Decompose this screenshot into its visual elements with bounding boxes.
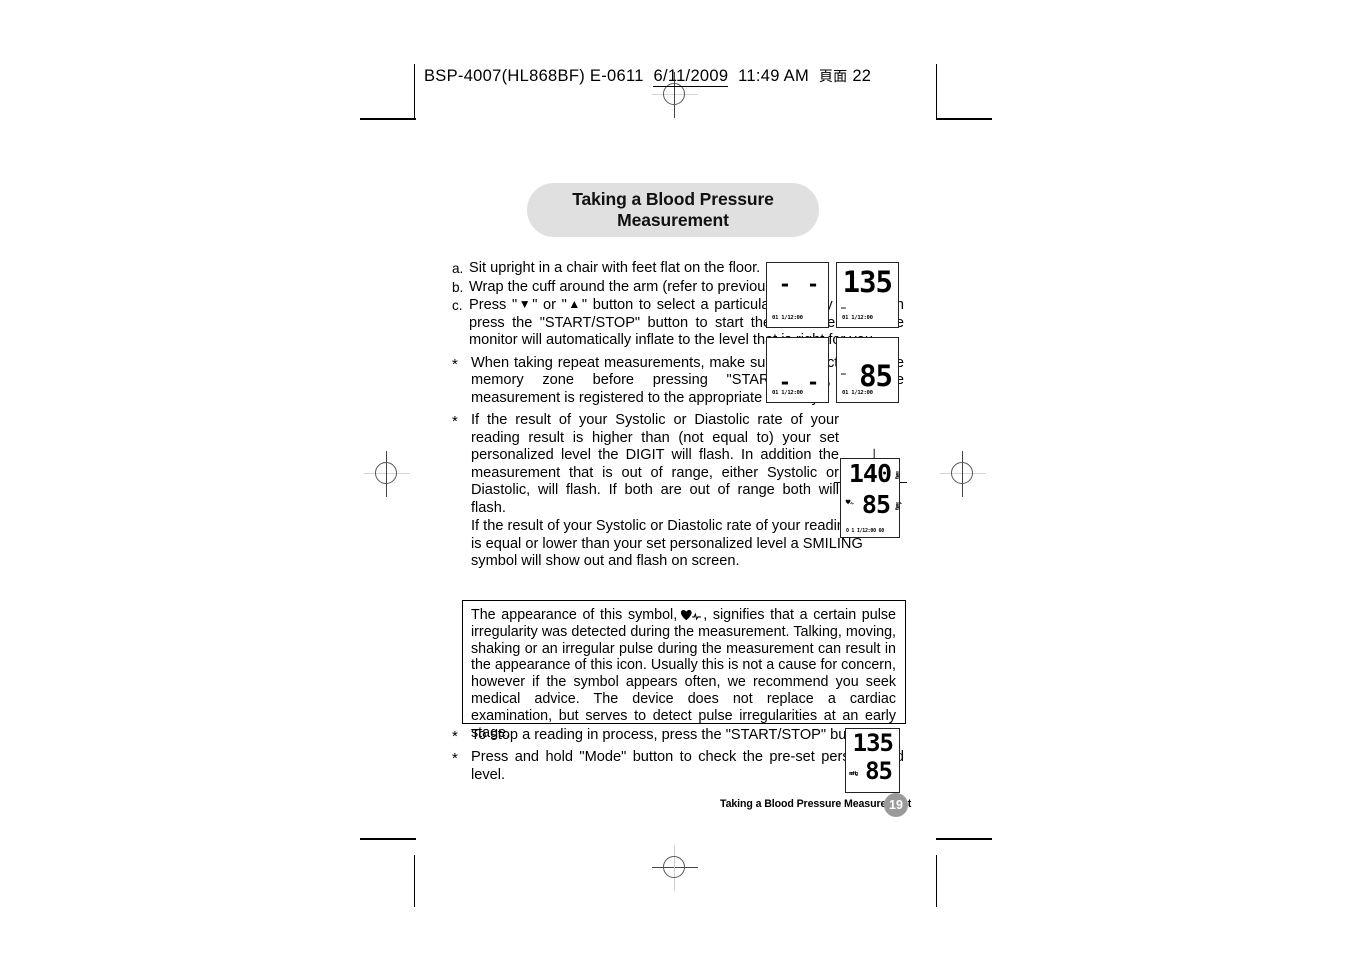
note-box-text-part1: The appearance of this symbol, [471,607,678,623]
lcd-datetime: 01 1/12:00 [842,390,873,397]
registration-mark-right [940,451,986,497]
heart-pulse-icon [681,610,702,621]
lcd-panel-systolic-value: 135 — 01 1/12:00 [836,262,899,328]
crop-mark-bottom-left-horizontal [360,838,416,840]
crop-mark-top-right-vertical [936,64,938,119]
lcd-systolic-value: 140 [848,459,892,488]
lcd-value: 135 [842,265,893,299]
up-arrow-icon: ▲ [566,297,582,311]
down-arrow-icon: ▼ [517,297,533,311]
lcd-datetime: 01 1/12:00 [842,315,873,322]
lcd-panel-diastolic-idle: - - 01 1/12:00 [766,337,829,403]
lcd-diastolic-value: 85 [865,757,893,785]
lcd-panel-diastolic-value: 85 — 01 1/12:00 [836,337,899,403]
asterisk-marker: * [452,750,458,767]
lcd-datetime: 01 1/12:00 [772,390,803,397]
crop-mark-top-left-horizontal [360,118,416,120]
lcd-value: - - [778,272,821,296]
lcd-unit-mark: mmHg [849,771,858,777]
asterisk-marker: * [452,413,458,430]
lcd-bottom-row: 0 1 I/12:00 60 [846,528,884,534]
lcd-systolic-unit: mmHg [894,471,899,479]
slug-page-label: 頁面 [818,69,848,85]
note-item-4: * Press and hold "Mode" button to check … [452,749,904,784]
crop-mark-bottom-right-vertical [936,855,938,907]
slug-page-number: 22 [852,67,872,85]
crop-mark-bottom-left-vertical [414,855,416,907]
note-text: If the result of your Systolic or Diasto… [471,412,839,516]
note-text: To stop a reading in process, press the … [471,727,875,743]
step-marker: c. [452,298,463,313]
page-title: Taking a Blood Pressure Measurement [527,183,819,237]
asterisk-marker: * [452,728,458,745]
note-box-text-part2: , signifies that a certain pulse irregul… [471,607,896,741]
lcd-diastolic-value: 85 [861,490,891,519]
slug-date: 6/11/2009 [653,67,729,87]
step-marker: b. [452,279,464,295]
lcd-datetime: 01 1/12:00 [772,315,803,322]
slug-time: 11:49 AM [738,67,810,85]
crop-mark-top-right-horizontal [936,118,992,120]
footer-chapter-title: Taking a Blood Pressure Measurement [720,798,912,810]
crop-mark-top-left-vertical [414,64,416,119]
lcd-unit-mark: — [841,303,846,312]
lcd-systolic-value: 135 [852,729,894,757]
heart-pulse-icon [845,499,854,506]
lcd-unit-mark: — [841,369,846,378]
printed-page: BSP-4007(HL868BF) E-0611 6/11/2009 11:49… [0,0,1351,954]
note-text: Press and hold "Mode" button to check th… [471,749,904,783]
heart-pulse-icon-wrapper [677,609,703,621]
instructions-bottom: * To stop a reading in process, press th… [452,727,904,785]
pulse-irregularity-note-box: The appearance of this symbol,, signifie… [462,600,906,741]
asterisk-marker: * [452,355,458,373]
lcd-diastolic-unit: mmHg [894,502,899,510]
registration-mark-bottom-center [652,845,698,891]
note-item-3: * To stop a reading in process, press th… [452,727,904,746]
crop-mark-bottom-right-horizontal [936,838,992,840]
registration-mark-left [364,451,410,497]
page-number-badge: 19 [884,793,908,817]
lcd-value: 85 [859,359,893,393]
lcd-panel-preset: 135 85 mmHg [845,728,900,793]
print-slug-line: BSP-4007(HL868BF) E-0611 6/11/2009 11:49… [424,66,872,87]
step-marker: a. [452,261,464,276]
slug-filename: BSP-4007(HL868BF) E-0611 [424,67,644,85]
step-text-pre: Press " [469,297,518,313]
lcd-panel-flashing-wrapper: 140 mmHg 85 mmHg 0 1 I/12:00 60 [832,448,908,544]
lcd-panel-systolic-idle: - - 01 1/12:00 [766,262,829,328]
step-text-mid: " or " [532,297,567,313]
lcd-panel-flashing: 140 mmHg 85 mmHg 0 1 I/12:00 60 [840,458,900,538]
